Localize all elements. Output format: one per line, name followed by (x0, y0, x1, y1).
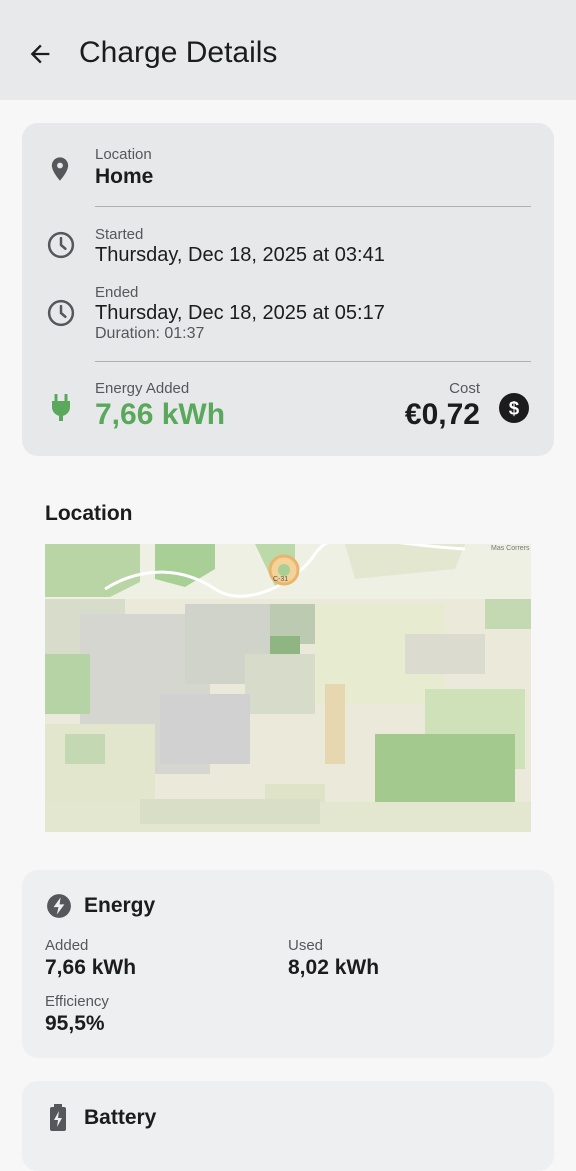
location-section-title: Location (45, 502, 133, 525)
battery-card: Battery (22, 1081, 554, 1171)
location-value: Home (95, 165, 154, 188)
cost-label: Cost (449, 380, 480, 397)
used-label: Used (288, 937, 324, 954)
ended-label: Ended (95, 284, 139, 301)
clock-icon (45, 297, 77, 329)
energy-card: Energy Added 7,66 kWh Used 8,02 kWh Effi… (22, 870, 554, 1058)
location-label: Location (95, 146, 152, 163)
energy-section-title: Energy (84, 894, 156, 917)
charge-summary-card: Location Home Started Thursday, Dec 18, … (22, 123, 554, 456)
added-label: Added (45, 937, 89, 954)
plug-icon (48, 393, 74, 423)
location-map[interactable]: C-31 Mas Corrers (45, 544, 531, 832)
clock-icon (45, 229, 77, 261)
started-label: Started (95, 226, 144, 243)
cost-value: €0,72 (404, 398, 480, 431)
map-road-label: C-31 (273, 576, 288, 583)
page-title: Charge Details (79, 36, 278, 69)
location-pin-icon (46, 149, 74, 189)
divider (95, 206, 531, 207)
battery-icon (47, 1103, 69, 1133)
energy-added-label: Energy Added (95, 380, 190, 397)
energy-added-value: 7,66 kWh (95, 398, 226, 431)
divider (95, 361, 531, 362)
map-place-label: Mas Corrers (491, 545, 530, 552)
ended-value: Thursday, Dec 18, 2025 at 05:17 (95, 302, 385, 324)
svg-text:$: $ (509, 397, 520, 418)
back-arrow-icon[interactable] (22, 36, 58, 72)
efficiency-label: Efficiency (45, 993, 109, 1010)
battery-section-title: Battery (84, 1106, 157, 1129)
efficiency-value: 95,5% (45, 1012, 105, 1035)
app-bar: Charge Details (0, 0, 576, 100)
duration-text: Duration: 01:37 (95, 325, 205, 342)
energy-bolt-icon (45, 892, 73, 920)
map-image: C-31 Mas Corrers (45, 544, 531, 832)
dollar-icon: $ (498, 392, 530, 424)
added-value: 7,66 kWh (45, 956, 137, 979)
started-value: Thursday, Dec 18, 2025 at 03:41 (95, 244, 385, 266)
used-value: 8,02 kWh (288, 956, 380, 979)
